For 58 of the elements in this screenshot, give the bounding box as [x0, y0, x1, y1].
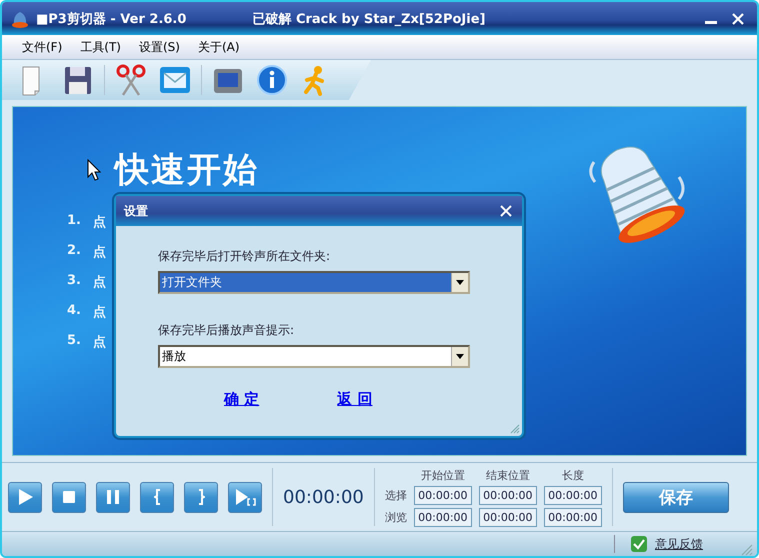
time-field[interactable]: 00:00:00 [544, 486, 602, 504]
menu-item[interactable]: 工具(T) [80, 38, 121, 56]
menu-item[interactable]: 文件(F) [22, 38, 62, 56]
dropdown[interactable]: 打开文件夹 [158, 271, 470, 294]
right-brace-icon [198, 489, 204, 505]
step-text: 点 [92, 214, 106, 231]
row-label: 选择 [384, 488, 407, 502]
step-text: 点 [92, 334, 106, 351]
column-header: 开始位置 [420, 468, 466, 482]
time-field[interactable]: 00:00:00 [414, 486, 472, 504]
playback-button[interactable] [228, 482, 262, 512]
play-range-icon [234, 486, 256, 508]
resize-grip-icon [510, 424, 520, 434]
playback-button[interactable] [140, 482, 174, 512]
field-label: 保存完毕后播放声音提示: [158, 322, 296, 339]
toolbar-button[interactable] [254, 62, 290, 98]
time-field[interactable]: 00:00:00 [478, 486, 537, 504]
info-icon [254, 62, 290, 98]
close-icon [500, 205, 512, 217]
playback-button[interactable] [96, 482, 130, 512]
close-icon [731, 12, 745, 26]
menu-item[interactable]: 关于(A) [198, 38, 240, 56]
dropdown-arrow-icon [456, 280, 464, 285]
left-brace-icon [154, 489, 160, 505]
step-number: 3. [67, 273, 81, 290]
column-header: 长度 [560, 468, 585, 482]
dropdown-arrow-icon [456, 354, 464, 359]
step-number: 5. [67, 333, 81, 350]
time-field[interactable]: 00:00:00 [544, 508, 602, 526]
checkmark-icon [631, 536, 647, 552]
feedback-link[interactable]: 意见反馈 [655, 536, 703, 552]
dialog-link[interactable]: 返 回 [337, 390, 372, 409]
dialog-title: 设置 [124, 202, 148, 220]
time-field[interactable]: 00:00:00 [414, 508, 472, 526]
dialog-link[interactable]: 确 定 [224, 390, 260, 409]
field-label: 保存完毕后打开铃声所在文件夹: [158, 248, 332, 265]
time-display: 00:00:00 [283, 486, 364, 508]
step-text: 点 [92, 304, 106, 321]
step-number: 1. [67, 213, 81, 230]
minimize-icon [705, 21, 717, 24]
step-text: 点 [92, 274, 106, 291]
step-text: 点 [92, 244, 106, 261]
section-heading: 快速开始 [115, 149, 260, 192]
dropdown[interactable]: 播放 [158, 345, 470, 368]
time-field[interactable]: 00:00:00 [478, 508, 537, 526]
playback-button[interactable] [184, 482, 218, 512]
menu-item[interactable]: 设置(S) [138, 38, 180, 56]
column-header: 结束位置 [484, 468, 531, 482]
playback-button[interactable] [52, 482, 86, 512]
row-label: 浏览 [384, 510, 407, 524]
step-number: 2. [67, 243, 81, 260]
step-number: 4. [67, 303, 81, 320]
cursor-icon [87, 159, 101, 181]
close-button[interactable] [498, 203, 514, 219]
window-title: ■P3剪切器 - Ver 2.6.0 [36, 10, 186, 28]
playback-button[interactable] [8, 482, 42, 512]
resize-grip-icon [741, 544, 753, 556]
window-subtitle: 已破解 Crack by Star_Zx[52PoJie] [252, 10, 486, 28]
